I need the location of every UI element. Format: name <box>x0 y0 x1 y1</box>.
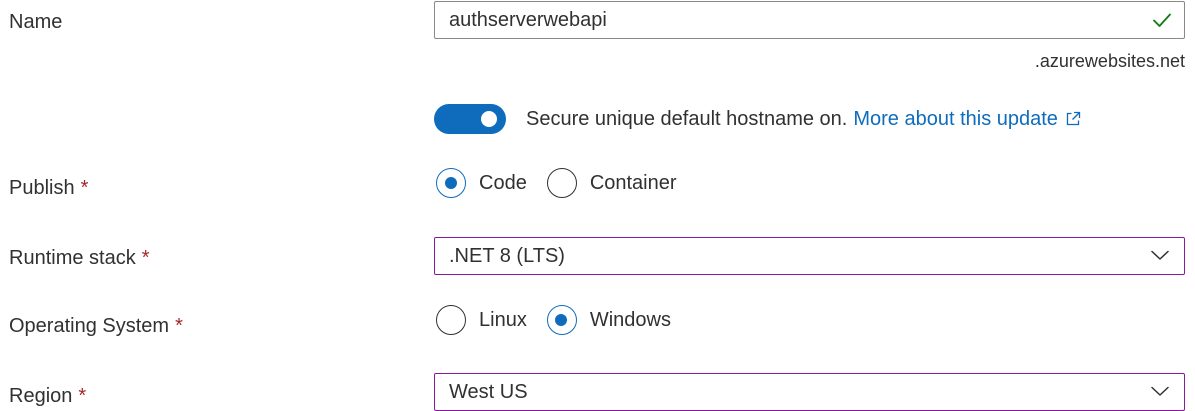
radio-selected-icon <box>546 305 577 335</box>
publish-radio-group: Code Container <box>436 168 697 198</box>
external-link-icon <box>1066 111 1081 126</box>
runtime-stack-label-text: Runtime stack <box>9 247 136 269</box>
required-marker: * <box>175 315 183 337</box>
region-label-text: Region <box>9 385 73 407</box>
region-label: Region * <box>9 384 86 408</box>
checkmark-icon <box>1153 13 1171 27</box>
publish-option-code[interactable]: Code <box>436 168 527 198</box>
operating-system-label: Operating System * <box>9 314 183 338</box>
secure-hostname-toggle[interactable] <box>434 104 506 134</box>
more-about-update-link[interactable]: More about this update <box>853 108 1081 131</box>
required-marker: * <box>80 177 89 199</box>
toggle-knob <box>481 111 497 127</box>
region-value: West US <box>449 381 528 403</box>
publish-option-container-label: Container <box>589 171 677 194</box>
os-option-linux-label: Linux <box>479 308 527 331</box>
hostname-toggle-row: Secure unique default hostname on. More … <box>434 104 1081 134</box>
secure-hostname-text: Secure unique default hostname on. <box>526 107 848 130</box>
runtime-stack-label: Runtime stack * <box>9 246 150 270</box>
more-about-update-link-text: More about this update <box>853 107 1058 130</box>
name-input-value: authserverwebapi <box>449 9 607 31</box>
domain-suffix: .azurewebsites.net <box>1034 51 1185 71</box>
name-input[interactable]: authserverwebapi <box>434 1 1185 39</box>
publish-label-text: Publish <box>9 177 75 199</box>
chevron-down-icon <box>1151 250 1169 260</box>
publish-option-code-label: Code <box>479 171 527 194</box>
name-label-text: Name <box>9 11 63 33</box>
radio-selected-icon <box>436 168 466 198</box>
chevron-down-icon <box>1151 386 1169 396</box>
os-option-windows[interactable]: Windows <box>546 305 671 335</box>
runtime-stack-dropdown[interactable]: .NET 8 (LTS) <box>434 237 1185 275</box>
required-marker: * <box>141 247 150 269</box>
os-option-windows-label: Windows <box>589 308 671 331</box>
name-label: Name <box>9 10 62 34</box>
region-dropdown[interactable]: West US <box>434 373 1185 411</box>
radio-unselected-icon <box>546 168 577 198</box>
os-radio-group: Linux Windows <box>436 305 691 335</box>
runtime-stack-value: .NET 8 (LTS) <box>449 245 565 267</box>
publish-option-container[interactable]: Container <box>546 168 677 198</box>
required-marker: * <box>78 385 87 407</box>
radio-unselected-icon <box>436 305 466 335</box>
os-option-linux[interactable]: Linux <box>436 305 527 335</box>
publish-label: Publish * <box>9 176 88 200</box>
operating-system-label-text: Operating System <box>9 315 170 337</box>
